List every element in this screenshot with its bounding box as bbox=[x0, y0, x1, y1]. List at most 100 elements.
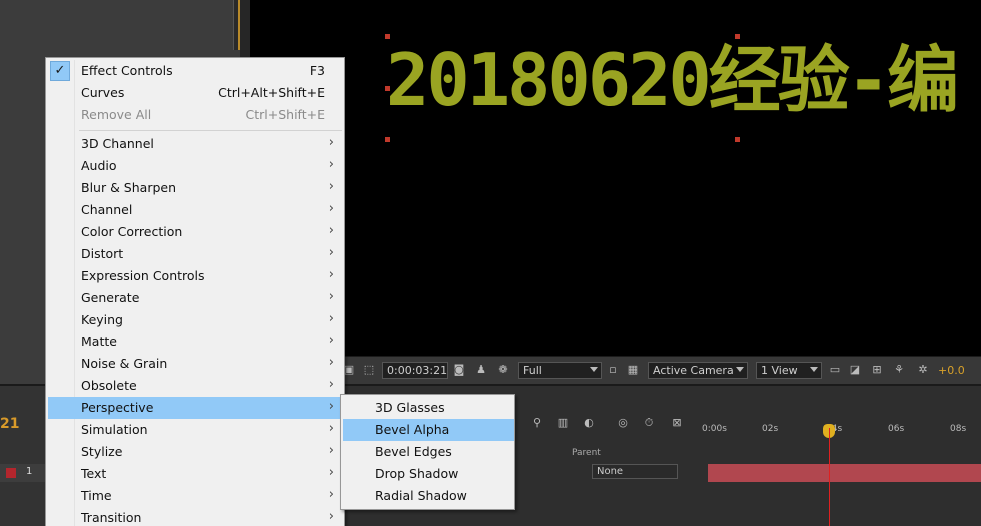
composition-viewer[interactable]: 20180620经验-编 bbox=[250, 0, 981, 356]
menu-item-shortcut: F3 bbox=[309, 63, 325, 78]
menu-item-distort[interactable]: Distort › bbox=[48, 243, 344, 265]
menu-item-blur-sharpen[interactable]: Blur & Sharpen › bbox=[48, 177, 344, 199]
menu-item-shortcut: Ctrl+Shift+E bbox=[245, 107, 326, 122]
transparency-grid-icon[interactable]: ⬚ bbox=[362, 363, 376, 377]
submenu-item-3d-glasses[interactable]: 3D Glasses bbox=[343, 397, 514, 419]
layer-label-color[interactable] bbox=[6, 468, 16, 478]
snapshot-camera-icon[interactable]: ◙ bbox=[452, 363, 466, 377]
bounding-handle-top-right[interactable] bbox=[735, 34, 740, 39]
graph-editor-icon[interactable]: ◎ bbox=[616, 416, 630, 430]
menu-item-obsolete[interactable]: Obsolete › bbox=[48, 375, 344, 397]
timeline-icon[interactable]: ⊞ bbox=[870, 363, 884, 377]
submenu-item-drop-shadow[interactable]: Drop Shadow bbox=[343, 463, 514, 485]
menu-item-label: Blur & Sharpen bbox=[81, 180, 177, 195]
menu-item-expression-controls[interactable]: Expression Controls › bbox=[48, 265, 344, 287]
menu-item-label: Text bbox=[81, 466, 107, 481]
effect-context-menu: ✓ Effect Controls F3 Curves Ctrl+Alt+Shi… bbox=[45, 57, 345, 526]
view-layout-dropdown[interactable]: 1 View bbox=[756, 362, 822, 379]
chevron-right-icon: › bbox=[328, 157, 334, 172]
chevron-right-icon: › bbox=[328, 245, 334, 260]
camera-value: Active Camera bbox=[653, 364, 734, 377]
bounding-handle-middle-left[interactable] bbox=[385, 86, 390, 91]
chevron-right-icon: › bbox=[328, 289, 334, 304]
menu-item-remove-all[interactable]: Remove All Ctrl+Shift+E bbox=[48, 104, 344, 126]
menu-item-label: Noise & Grain bbox=[81, 356, 168, 371]
perspective-submenu: 3D Glasses Bevel Alpha Bevel Edges Drop Sha… bbox=[340, 394, 515, 510]
chevron-right-icon: › bbox=[328, 179, 334, 194]
bounding-handle-bottom-left[interactable] bbox=[385, 137, 390, 142]
checkmark-icon: ✓ bbox=[50, 61, 70, 81]
chevron-right-icon: › bbox=[328, 443, 334, 458]
menu-item-transition[interactable]: Transition › bbox=[48, 507, 344, 526]
menu-item-stylize[interactable]: Stylize › bbox=[48, 441, 344, 463]
bounding-handle-top-left[interactable] bbox=[385, 34, 390, 39]
submenu-item-label: Bevel Alpha bbox=[375, 422, 450, 437]
timeline-current-time[interactable]: 21 bbox=[0, 416, 19, 432]
time-ruler[interactable]: 0:00s 02s 04s 06s 08s bbox=[702, 414, 981, 444]
menu-item-shortcut: Ctrl+Alt+Shift+E bbox=[218, 85, 325, 100]
stopwatch-icon[interactable]: ⏱ bbox=[642, 416, 656, 430]
motion-blur-icon[interactable]: ◐ bbox=[582, 416, 596, 430]
menu-item-label: Distort bbox=[81, 246, 124, 261]
viewer-toolbar: ▣ ⬚ 0:00:03:21 ◙ ♟ ❁ Full ▫ ▦ Active Cam… bbox=[340, 356, 981, 384]
chevron-right-icon: › bbox=[328, 223, 334, 238]
reset-exposure-icon[interactable]: ✲ bbox=[916, 363, 930, 377]
menu-item-effect-controls[interactable]: ✓ Effect Controls F3 bbox=[48, 60, 344, 82]
menu-item-label: Effect Controls bbox=[81, 63, 173, 78]
view-layout-value: 1 View bbox=[761, 364, 798, 377]
parent-dropdown[interactable]: None bbox=[592, 464, 678, 479]
camera-dropdown[interactable]: Active Camera bbox=[648, 362, 748, 379]
resolution-dropdown[interactable]: Full bbox=[518, 362, 602, 379]
submenu-item-label: Bevel Edges bbox=[375, 444, 452, 459]
ruler-tick: 06s bbox=[888, 424, 905, 434]
submenu-item-bevel-alpha[interactable]: Bevel Alpha bbox=[343, 419, 514, 441]
bounding-handle-bottom-right[interactable] bbox=[735, 137, 740, 142]
playhead-line bbox=[829, 428, 830, 526]
composition-text-layer[interactable]: 20180620经验-编 bbox=[386, 44, 959, 116]
menu-item-label: Expression Controls bbox=[81, 268, 205, 283]
submenu-item-label: 3D Glasses bbox=[375, 400, 445, 415]
menu-item-label: 3D Channel bbox=[81, 136, 154, 151]
menu-item-perspective[interactable]: Perspective › bbox=[48, 397, 344, 419]
menu-item-label: Simulation bbox=[81, 422, 148, 437]
menu-item-time[interactable]: Time › bbox=[48, 485, 344, 507]
live-update-icon[interactable]: ⊠ bbox=[670, 416, 684, 430]
toggle-pixel-aspect-icon[interactable]: ▭ bbox=[828, 363, 842, 377]
show-snapshot-icon[interactable]: ♟ bbox=[474, 363, 488, 377]
fast-previews-icon[interactable]: ▫ bbox=[606, 363, 620, 377]
exposure-value[interactable]: +0.0 bbox=[938, 364, 965, 377]
submenu-item-label: Drop Shadow bbox=[375, 466, 459, 481]
menu-item-channel[interactable]: Channel › bbox=[48, 199, 344, 221]
menu-item-generate[interactable]: Generate › bbox=[48, 287, 344, 309]
checkerboard-icon[interactable]: ▦ bbox=[626, 363, 640, 377]
fast-draft-icon[interactable]: ◪ bbox=[848, 363, 862, 377]
parent-value: None bbox=[597, 466, 624, 477]
menu-item-color-correction[interactable]: Color Correction › bbox=[48, 221, 344, 243]
layer-row[interactable]: 1 bbox=[0, 464, 46, 482]
menu-item-noise-grain[interactable]: Noise & Grain › bbox=[48, 353, 344, 375]
chevron-right-icon: › bbox=[328, 377, 334, 392]
channel-rgb-icon[interactable]: ❁ bbox=[496, 363, 510, 377]
resolution-value: Full bbox=[523, 364, 542, 377]
layer-number: 1 bbox=[26, 466, 33, 477]
menu-item-text[interactable]: Text › bbox=[48, 463, 344, 485]
flowchart-icon[interactable]: ⚘ bbox=[892, 363, 906, 377]
submenu-item-radial-shadow[interactable]: Radial Shadow bbox=[343, 485, 514, 507]
menu-item-3d-channel[interactable]: 3D Channel › bbox=[48, 133, 344, 155]
menu-item-matte[interactable]: Matte › bbox=[48, 331, 344, 353]
chevron-down-icon bbox=[810, 367, 818, 372]
menu-item-simulation[interactable]: Simulation › bbox=[48, 419, 344, 441]
chevron-right-icon: › bbox=[328, 311, 334, 326]
menu-item-label: Obsolete bbox=[81, 378, 137, 393]
submenu-item-bevel-edges[interactable]: Bevel Edges bbox=[343, 441, 514, 463]
current-time-field[interactable]: 0:00:03:21 bbox=[382, 362, 448, 379]
chevron-right-icon: › bbox=[328, 509, 334, 524]
comp-flowchart-icon[interactable]: ▥ bbox=[556, 416, 570, 430]
layer-duration-bar[interactable] bbox=[708, 464, 981, 482]
draft-3d-icon[interactable]: ⚲ bbox=[530, 416, 544, 430]
menu-item-curves[interactable]: Curves Ctrl+Alt+Shift+E bbox=[48, 82, 344, 104]
chevron-right-icon: › bbox=[328, 487, 334, 502]
menu-item-audio[interactable]: Audio › bbox=[48, 155, 344, 177]
menu-item-keying[interactable]: Keying › bbox=[48, 309, 344, 331]
menu-item-label: Curves bbox=[81, 85, 125, 100]
